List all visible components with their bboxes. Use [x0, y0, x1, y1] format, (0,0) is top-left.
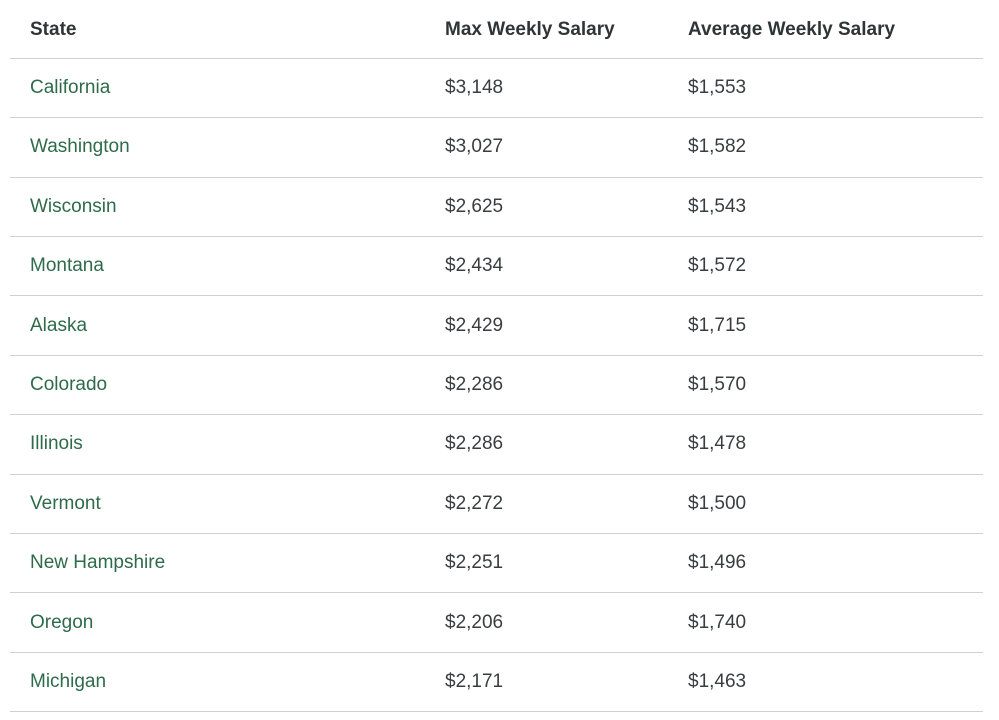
- max-weekly-salary: $2,434: [445, 255, 503, 277]
- state-link[interactable]: Wisconsin: [30, 196, 117, 218]
- column-header-average-weekly-salary: Average Weekly Salary: [688, 19, 895, 41]
- max-weekly-salary: $2,171: [445, 671, 503, 693]
- state-link[interactable]: Washington: [30, 136, 130, 158]
- max-weekly-salary: $3,027: [445, 136, 503, 158]
- average-weekly-salary: $1,715: [688, 315, 746, 337]
- max-weekly-salary: $2,286: [445, 433, 503, 455]
- average-weekly-salary: $1,543: [688, 196, 746, 218]
- state-link[interactable]: Michigan: [30, 671, 106, 693]
- state-link[interactable]: Vermont: [30, 493, 101, 515]
- state-link[interactable]: Illinois: [30, 433, 83, 455]
- average-weekly-salary: $1,463: [688, 671, 746, 693]
- average-weekly-salary: $1,570: [688, 374, 746, 396]
- table-row: California $3,148 $1,553: [10, 59, 983, 118]
- table-row: Colorado $2,286 $1,570: [10, 356, 983, 415]
- average-weekly-salary: $1,500: [688, 493, 746, 515]
- average-weekly-salary: $1,478: [688, 433, 746, 455]
- table-header-row: State Max Weekly Salary Average Weekly S…: [10, 0, 983, 59]
- table-row: Michigan $2,171 $1,463: [10, 653, 983, 712]
- average-weekly-salary: $1,496: [688, 552, 746, 574]
- table-row: Washington $3,027 $1,582: [10, 118, 983, 177]
- average-weekly-salary: $1,740: [688, 612, 746, 634]
- table-row: Montana $2,434 $1,572: [10, 237, 983, 296]
- max-weekly-salary: $2,206: [445, 612, 503, 634]
- max-weekly-salary: $3,148: [445, 77, 503, 99]
- max-weekly-salary: $2,272: [445, 493, 503, 515]
- table-row: Vermont $2,272 $1,500: [10, 475, 983, 534]
- table-row: Wisconsin $2,625 $1,543: [10, 178, 983, 237]
- table-row: New Hampshire $2,251 $1,496: [10, 534, 983, 593]
- state-link[interactable]: Alaska: [30, 315, 87, 337]
- max-weekly-salary: $2,286: [445, 374, 503, 396]
- table-row: Illinois $2,286 $1,478: [10, 415, 983, 474]
- max-weekly-salary: $2,625: [445, 196, 503, 218]
- max-weekly-salary: $2,429: [445, 315, 503, 337]
- state-link[interactable]: Montana: [30, 255, 104, 277]
- column-header-state: State: [30, 19, 76, 41]
- state-link[interactable]: Oregon: [30, 612, 93, 634]
- column-header-max-weekly-salary: Max Weekly Salary: [445, 19, 615, 41]
- state-link[interactable]: New Hampshire: [30, 552, 165, 574]
- max-weekly-salary: $2,251: [445, 552, 503, 574]
- state-link[interactable]: Colorado: [30, 374, 107, 396]
- average-weekly-salary: $1,572: [688, 255, 746, 277]
- state-link[interactable]: California: [30, 77, 110, 99]
- average-weekly-salary: $1,553: [688, 77, 746, 99]
- salary-table: State Max Weekly Salary Average Weekly S…: [10, 0, 983, 712]
- average-weekly-salary: $1,582: [688, 136, 746, 158]
- table-row: Oregon $2,206 $1,740: [10, 593, 983, 652]
- table-row: Alaska $2,429 $1,715: [10, 296, 983, 355]
